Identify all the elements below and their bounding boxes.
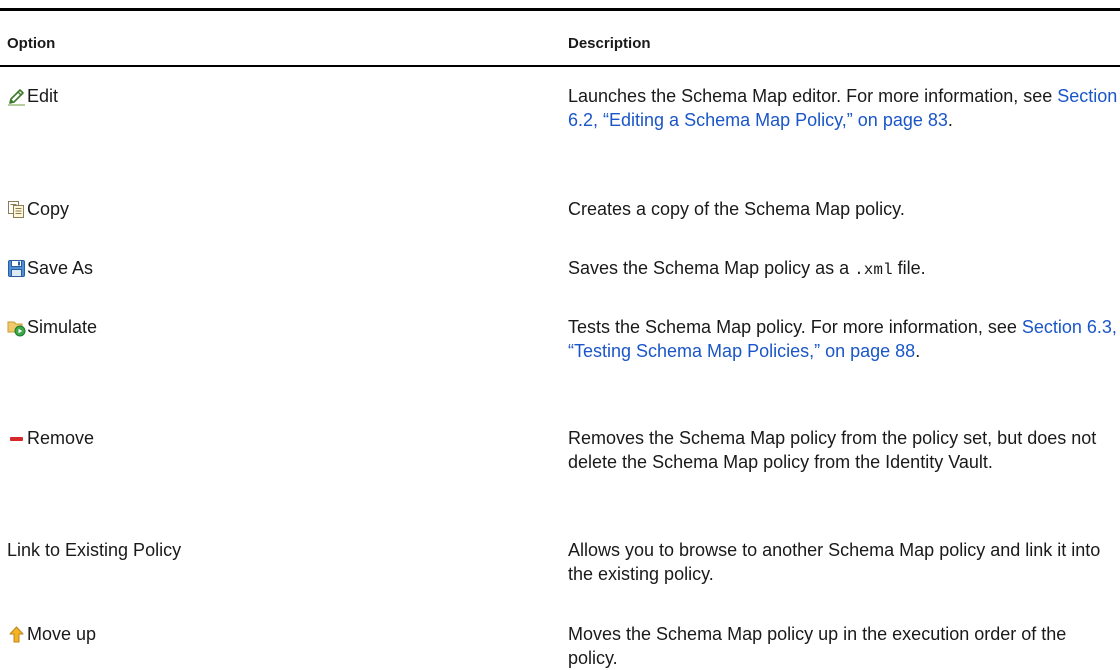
option-cell: Save As xyxy=(7,256,93,280)
simulate-icon xyxy=(7,318,26,337)
remove-icon xyxy=(7,429,26,448)
description-cell: Creates a copy of the Schema Map policy. xyxy=(568,197,1120,221)
description-text: Moves the Schema Map policy up in the ex… xyxy=(568,624,1067,668)
description-text: Tests the Schema Map policy. For more in… xyxy=(568,317,1022,337)
description-text: Saves the Schema Map policy as a xyxy=(568,258,855,278)
option-cell: Move up xyxy=(7,622,96,646)
description-text: . xyxy=(947,110,953,130)
description-text: . xyxy=(915,341,921,361)
description-text: Removes the Schema Map policy from the p… xyxy=(568,428,1097,472)
description-cell: Removes the Schema Map policy from the p… xyxy=(568,426,1120,474)
description-text: Allows you to browse to another Schema M… xyxy=(568,540,1101,584)
option-label-remove: Remove xyxy=(27,428,95,448)
column-header-option: Option xyxy=(7,35,56,52)
description-cell: Tests the Schema Map policy. For more in… xyxy=(568,315,1120,363)
description-cell: Moves the Schema Map policy up in the ex… xyxy=(568,622,1120,670)
description-cell: Launches the Schema Map editor. For more… xyxy=(568,84,1120,132)
option-cell: Remove xyxy=(7,426,94,450)
option-label-copy: Copy xyxy=(27,199,70,219)
option-label-edit: Edit xyxy=(27,86,59,106)
option-cell: Simulate xyxy=(7,315,97,339)
option-label-simulate: Simulate xyxy=(27,317,98,337)
option-label-move-up: Move up xyxy=(27,624,97,644)
xml-extension-code: .xml xyxy=(854,261,893,279)
description-cell: Saves the Schema Map policy as a .xml fi… xyxy=(568,256,1120,282)
save-as-icon xyxy=(7,259,26,278)
option-cell: Edit xyxy=(7,84,58,108)
option-label-save-as: Save As xyxy=(27,258,94,278)
option-cell: Copy xyxy=(7,197,69,221)
table-header-row: Option Description xyxy=(0,11,1120,67)
column-header-description: Description xyxy=(568,35,651,52)
option-label-link-to-existing-policy: Link to Existing Policy xyxy=(7,540,182,560)
copy-icon xyxy=(7,200,26,219)
description-cell: Allows you to browse to another Schema M… xyxy=(568,538,1120,586)
arrow-up-icon xyxy=(7,625,26,644)
description-text: Creates a copy of the Schema Map policy. xyxy=(568,199,905,219)
pencil-edit-icon xyxy=(7,87,26,106)
description-text: file. xyxy=(892,258,926,278)
description-text: Launches the Schema Map editor. For more… xyxy=(568,86,1058,106)
option-cell: Link to Existing Policy xyxy=(7,538,181,562)
